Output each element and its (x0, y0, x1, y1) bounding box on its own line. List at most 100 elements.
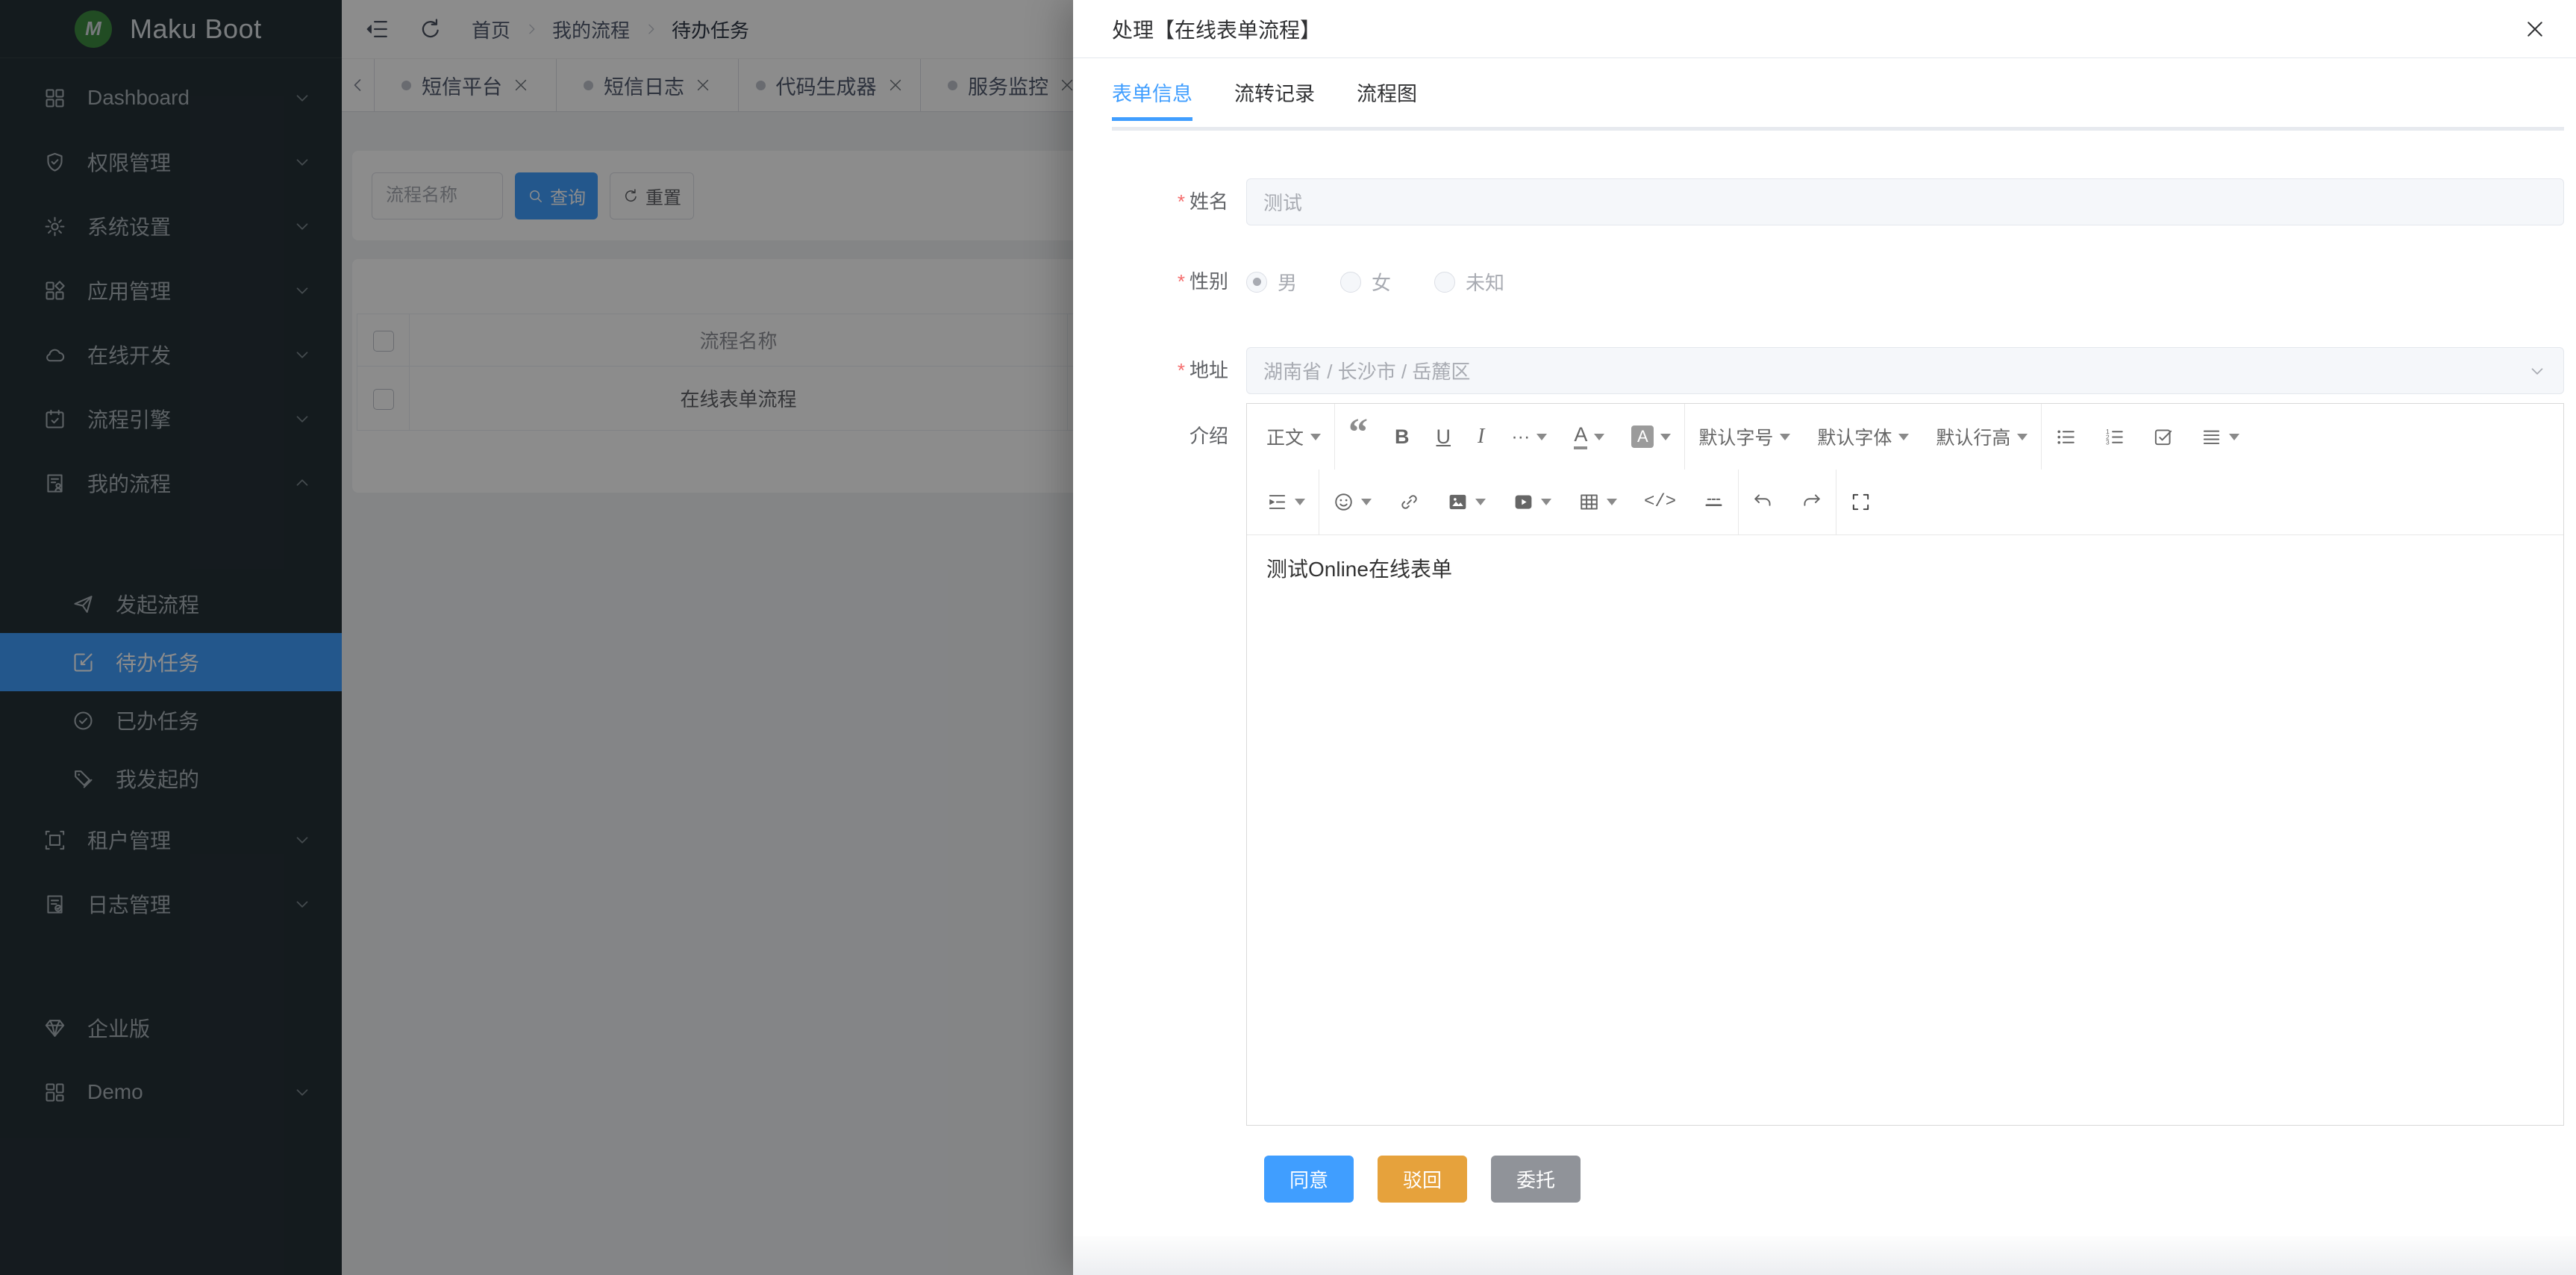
editor-line-height-button[interactable]: 默认行高 (1922, 416, 2041, 458)
caret-down-icon (1898, 434, 1909, 440)
delegate-button[interactable]: 委托 (1491, 1156, 1581, 1203)
fullscreen-icon (1850, 491, 1872, 513)
drawer-tabs: 表单信息 流转记录 流程图 (1112, 78, 2564, 131)
form-row-address: 地址 湖南省 / 长沙市 / 岳麓区 (1112, 347, 2564, 394)
ordered-list-icon: 123 (2104, 426, 2125, 448)
address-select[interactable]: 湖南省 / 长沙市 / 岳麓区 (1246, 347, 2564, 394)
caret-down-icon (1607, 499, 1617, 505)
caret-down-icon (1536, 434, 1547, 440)
video-icon (1513, 491, 1534, 513)
editor-divider-button[interactable] (1689, 481, 1738, 523)
radio-dot (1246, 272, 1267, 293)
approve-button[interactable]: 同意 (1264, 1156, 1354, 1203)
editor-insert-link-button[interactable] (1385, 481, 1434, 523)
indent-icon (1266, 491, 1288, 513)
editor-ordered-list-button[interactable]: 123 (2090, 416, 2139, 458)
toolbar-item-label: 默认行高 (1936, 423, 2010, 450)
emoji-icon (1333, 491, 1354, 513)
editor-toolbar-row1: 正文 “ BUI ··· A A 默认字号 默认字体默认行高 123 (1247, 404, 2563, 470)
editor-paragraph-style-button[interactable]: 正文 (1253, 416, 1334, 458)
radio-label: 男 (1278, 268, 1297, 296)
radio-label: 未知 (1466, 268, 1504, 296)
caret-down-icon (1361, 499, 1372, 505)
editor-italic-button[interactable]: I (1464, 416, 1498, 458)
name-field[interactable]: 测试 (1246, 178, 2564, 225)
address-value: 湖南省 / 长沙市 / 岳麓区 (1263, 357, 1470, 384)
editor-insert-image-button[interactable] (1434, 481, 1499, 523)
toolbar-item-label: 默认字号 (1698, 423, 1773, 450)
editor-redo-button[interactable] (1787, 481, 1836, 523)
editor-emoji-button[interactable] (1319, 481, 1385, 523)
caret-down-icon (1295, 499, 1305, 505)
drawer-title: 处理【在线表单流程】 (1112, 14, 2524, 44)
link-icon (1398, 491, 1420, 513)
editor-quote-button[interactable]: “ (1335, 416, 1381, 458)
toolbar-group: “ BUI ··· A A (1334, 404, 1684, 470)
drawer-header: 处理【在线表单流程】 (1073, 0, 2576, 58)
toolbar-group (1738, 470, 1836, 534)
editor-font-color-button[interactable]: A (1560, 416, 1618, 458)
drawer-bottom-strip (1073, 1236, 2576, 1275)
tabs-track (1112, 127, 2564, 131)
editor-underline-button[interactable]: U (1423, 416, 1465, 458)
name-label: 姓名 (1112, 178, 1246, 225)
editor-fullscreen-button[interactable] (1836, 481, 1885, 523)
editor-bullet-list-button[interactable] (2042, 416, 2090, 458)
redo-icon (1801, 491, 1822, 513)
toolbar-item-label: I (1478, 425, 1484, 449)
bullet-list-icon (2055, 426, 2077, 448)
reject-button[interactable]: 驳回 (1378, 1156, 1467, 1203)
process-form: 姓名 测试 性别 男 女 (1112, 178, 2564, 1126)
tab-form-info[interactable]: 表单信息 (1112, 78, 1192, 117)
editor-font-size-button[interactable]: 默认字号 (1685, 416, 1804, 458)
radio-unknown[interactable]: 未知 (1434, 268, 1504, 296)
editor-more-styles-button[interactable]: ··· (1498, 416, 1560, 458)
font-color-icon: A (1574, 425, 1587, 449)
intro-label: 介绍 (1112, 403, 1246, 1126)
chevron-down-icon (2527, 361, 2547, 381)
caret-down-icon (2229, 434, 2239, 440)
toolbar-item-label: 正文 (1266, 423, 1304, 450)
caret-down-icon (1541, 499, 1551, 505)
close-drawer-icon[interactable] (2524, 18, 2546, 40)
editor-font-family-button[interactable]: 默认字体 (1804, 416, 1922, 458)
drawer-body: 表单信息 流转记录 流程图 姓名 测试 性别 男 (1073, 58, 2576, 1275)
editor-bold-button[interactable]: B (1381, 416, 1423, 458)
editor-code-block-button[interactable]: </> (1631, 481, 1689, 523)
radio-dot (1340, 272, 1361, 293)
bg-color-icon: A (1631, 425, 1654, 448)
drawer-actions: 同意 驳回 委托 (1112, 1156, 2564, 1203)
editor-content[interactable]: 测试Online在线表单 (1247, 535, 2563, 1125)
quote-icon: “ (1348, 425, 1368, 448)
caret-down-icon (1475, 499, 1486, 505)
editor-toolbar-row2: </> (1247, 470, 2563, 535)
tab-flow-records[interactable]: 流转记录 (1234, 78, 1315, 117)
toolbar-item-label: ··· (1511, 426, 1530, 448)
radio-male[interactable]: 男 (1246, 268, 1297, 296)
editor-insert-table-button[interactable] (1565, 481, 1631, 523)
tab-flow-chart[interactable]: 流程图 (1357, 78, 1417, 117)
toolbar-group: </> (1319, 470, 1738, 534)
editor-undo-button[interactable] (1739, 481, 1787, 523)
align-icon (2201, 426, 2222, 448)
modal-mask[interactable] (0, 0, 1073, 1275)
caret-down-icon (1780, 434, 1790, 440)
editor-insert-video-button[interactable] (1499, 481, 1565, 523)
editor-indent-button[interactable] (1253, 481, 1319, 523)
image-icon (1447, 491, 1469, 513)
editor-align-button[interactable] (2187, 416, 2253, 458)
caret-down-icon (1594, 434, 1604, 440)
rich-text-editor: 正文 “ BUI ··· A A 默认字号 默认字体默认行高 123 </> 测试Online在… (1246, 403, 2564, 1126)
toolbar-item-label: </> (1644, 492, 1676, 512)
toolbar-item-label: B (1395, 425, 1410, 449)
toolbar-group: 123 (2041, 404, 2253, 470)
caret-down-icon (1660, 434, 1671, 440)
form-row-gender: 性别 男 女 未知 (1112, 258, 2564, 305)
radio-label: 女 (1372, 268, 1391, 296)
editor-todo-list-button[interactable] (2139, 416, 2187, 458)
process-drawer: 处理【在线表单流程】 表单信息 流转记录 流程图 姓名 测试 性别 男 (1073, 0, 2576, 1275)
toolbar-group: 正文 (1253, 404, 1334, 470)
radio-female[interactable]: 女 (1340, 268, 1391, 296)
toolbar-group (1253, 470, 1319, 534)
editor-bg-color-button[interactable]: A (1618, 416, 1684, 458)
